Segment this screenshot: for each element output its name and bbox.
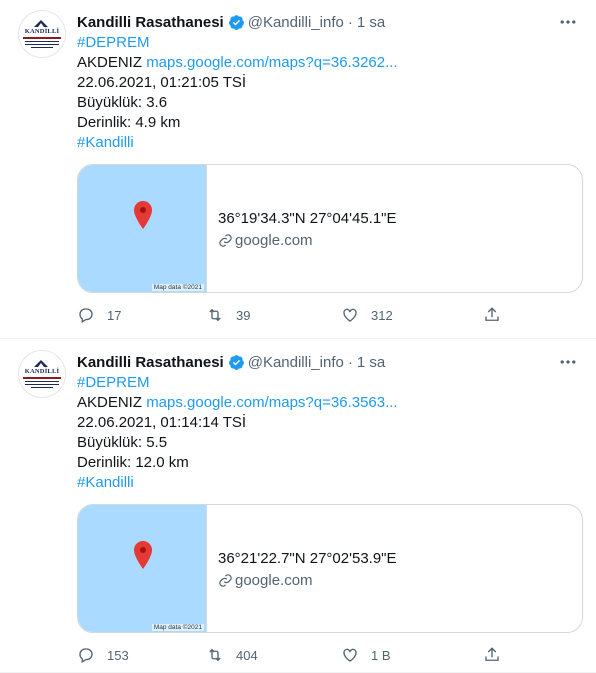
datetime-text: 22.06.2021, 01:14:14 TSİ: [77, 414, 247, 431]
reply-button[interactable]: 17: [77, 306, 121, 324]
share-button[interactable]: [483, 306, 513, 324]
logo-stripe: [23, 37, 61, 39]
card-domain: google.com: [218, 572, 313, 589]
more-options-icon[interactable]: [558, 12, 578, 32]
map-thumbnail: Map data ©2021: [78, 165, 207, 292]
logo-line: [31, 47, 53, 48]
map-thumbnail: Map data ©2021: [78, 505, 207, 632]
map-pin-icon: [134, 201, 152, 229]
card-domain-text: google.com: [235, 572, 313, 589]
reply-count: 153: [107, 647, 129, 663]
observatory-logo-icon: [34, 360, 48, 367]
logo-line: [25, 381, 59, 382]
author-name[interactable]: Kandilli Rasathanesi: [77, 14, 224, 31]
map-pin-icon: [134, 541, 152, 569]
like-heart-icon: [343, 648, 357, 662]
like-heart-icon: [343, 308, 357, 322]
tweet-text: #DEPREM AKDENIZ maps.google.com/maps?q=3…: [77, 33, 398, 153]
reply-icon: [79, 308, 93, 323]
map-attribution: Map data ©2021: [151, 624, 204, 631]
retweet-count: 39: [236, 307, 251, 323]
reply-count: 17: [107, 307, 122, 323]
retweet-icon: [209, 308, 221, 322]
avatar-logo-text: KANDİLLİ: [24, 28, 60, 35]
verified-badge-icon: [228, 14, 244, 30]
logo-line: [25, 44, 59, 45]
link-card[interactable]: Map data ©2021 36°19'34.3"N 27°04'45.1"E…: [77, 164, 583, 293]
more-options-icon[interactable]: [558, 352, 578, 372]
like-count: 312: [371, 307, 393, 323]
separator: ·: [347, 353, 353, 371]
tweet-actions: 153 404 1 B: [77, 646, 517, 666]
separator: ·: [347, 13, 353, 31]
like-count: 1 B: [371, 647, 391, 663]
reply-button[interactable]: 153: [77, 646, 129, 664]
magnitude-text: Büyüklük: 3.6: [77, 94, 168, 111]
logo-stripe: [23, 377, 61, 379]
like-button[interactable]: 1 B: [341, 646, 391, 664]
verified-badge-icon: [228, 354, 244, 370]
logo-line: [31, 387, 53, 388]
timestamp[interactable]: 1 sa: [357, 354, 385, 371]
author-handle[interactable]: @Kandilli_info: [248, 354, 344, 371]
link-icon: [219, 574, 232, 587]
retweet-button[interactable]: 39: [206, 306, 250, 324]
share-icon: [485, 647, 499, 661]
logo-line: [25, 384, 59, 385]
tweet[interactable]: KANDİLLİ Kandilli Rasathanesi @Kandilli_…: [0, 0, 596, 339]
link-icon: [219, 234, 232, 247]
map-link[interactable]: maps.google.com/maps?q=36.3563...: [146, 394, 397, 411]
card-domain: google.com: [218, 232, 313, 249]
region-text: AKDENIZ: [77, 394, 143, 411]
retweet-icon: [209, 648, 221, 662]
retweet-button[interactable]: 404: [206, 646, 258, 664]
magnitude-text: Büyüklük: 5.5: [77, 434, 168, 451]
card-title: 36°19'34.3"N 27°04'45.1"E: [218, 210, 397, 227]
region-text: AKDENIZ: [77, 54, 143, 71]
map-attribution: Map data ©2021: [151, 284, 204, 291]
share-button[interactable]: [483, 646, 513, 664]
tweet-actions: 17 39 312: [77, 306, 517, 326]
avatar[interactable]: KANDİLLİ: [18, 10, 66, 58]
hashtag-link[interactable]: #Kandilli: [77, 474, 134, 491]
avatar[interactable]: KANDİLLİ: [18, 350, 66, 398]
logo-line: [25, 41, 59, 42]
author-handle[interactable]: @Kandilli_info: [248, 14, 344, 31]
reply-icon: [79, 648, 93, 663]
like-button[interactable]: 312: [341, 306, 393, 324]
author-name[interactable]: Kandilli Rasathanesi: [77, 354, 224, 371]
hashtag-link[interactable]: #DEPREM: [77, 374, 150, 391]
link-card[interactable]: Map data ©2021 36°21'22.7"N 27°02'53.9"E…: [77, 504, 583, 633]
map-link[interactable]: maps.google.com/maps?q=36.3262...: [146, 54, 397, 71]
hashtag-link[interactable]: #DEPREM: [77, 34, 150, 51]
card-title: 36°21'22.7"N 27°02'53.9"E: [218, 550, 397, 567]
tweet[interactable]: KANDİLLİ Kandilli Rasathanesi @Kandilli_…: [0, 340, 596, 673]
tweet-text: #DEPREM AKDENIZ maps.google.com/maps?q=3…: [77, 373, 398, 493]
depth-text: Derinlik: 12.0 km: [77, 454, 189, 471]
retweet-count: 404: [236, 647, 258, 663]
timestamp[interactable]: 1 sa: [357, 14, 385, 31]
tweet-header: Kandilli Rasathanesi @Kandilli_info · 1 …: [77, 352, 385, 372]
datetime-text: 22.06.2021, 01:21:05 TSİ: [77, 74, 247, 91]
hashtag-link[interactable]: #Kandilli: [77, 134, 134, 151]
depth-text: Derinlik: 4.9 km: [77, 114, 181, 131]
tweet-header: Kandilli Rasathanesi @Kandilli_info · 1 …: [77, 12, 385, 32]
share-icon: [485, 307, 499, 321]
observatory-logo-icon: [34, 20, 48, 27]
avatar-logo-text: KANDİLLİ: [24, 368, 60, 375]
card-domain-text: google.com: [235, 232, 313, 249]
